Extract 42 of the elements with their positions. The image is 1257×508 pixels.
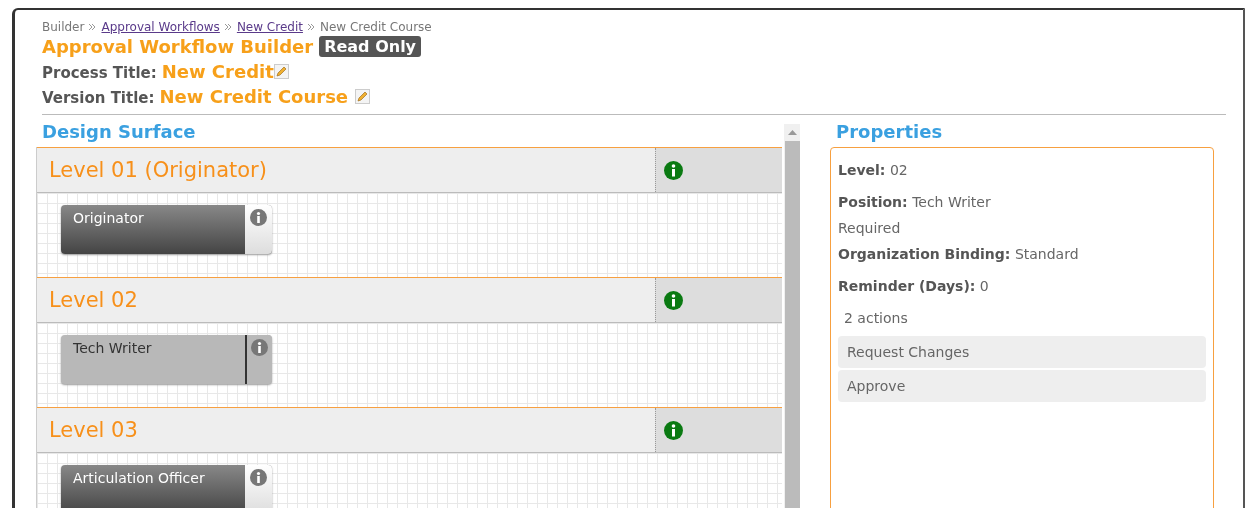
info-icon[interactable]: [664, 290, 683, 310]
property-text: Position: Tech Writer: [838, 194, 992, 210]
breadcrumb-link[interactable]: New Credit: [236, 19, 303, 34]
position-node[interactable]: Tech Writer: [61, 335, 272, 384]
info-icon[interactable]: [251, 339, 268, 356]
page-title: Approval Workflow Builder: [42, 36, 314, 57]
level-title: Level 03: [48, 417, 139, 444]
position-node[interactable]: Articulation Officer: [61, 465, 272, 508]
edit-pencil-icon[interactable]: [273, 64, 289, 79]
position-name: Originator: [72, 209, 145, 228]
property-text: Reminder (Days): 0: [838, 278, 990, 294]
version-title-value: New Credit Course: [159, 86, 349, 107]
breadcrumb-separator-icon: [224, 23, 232, 30]
level-title: Level 02: [48, 287, 139, 314]
read-only-badge: Read Only: [319, 36, 422, 57]
info-icon[interactable]: [250, 209, 267, 226]
design-surface-heading: Design Surface: [42, 121, 197, 144]
properties-heading: Properties: [836, 121, 944, 144]
action-item[interactable]: Request Changes: [838, 336, 1206, 368]
version-title-label: Version Title:: [42, 89, 155, 107]
position-name: Tech Writer: [72, 339, 153, 358]
process-title-label: Process Title:: [42, 64, 157, 82]
position-node[interactable]: Originator: [61, 205, 272, 254]
property-text: Level: 02: [838, 162, 909, 178]
breadcrumb-separator-icon: [89, 23, 97, 30]
edit-pencil-icon[interactable]: [355, 89, 371, 104]
breadcrumb-item: New Credit Course: [319, 19, 432, 34]
action-item[interactable]: Approve: [838, 370, 1206, 402]
breadcrumb-separator-icon: [307, 23, 315, 30]
info-icon[interactable]: [664, 160, 683, 180]
level-title: Level 01 (Originator): [48, 157, 268, 184]
info-icon[interactable]: [250, 469, 267, 486]
property-text: Organization Binding: Standard: [838, 246, 1080, 262]
actions-count: 2 actions: [843, 310, 909, 326]
breadcrumb-link[interactable]: Approval Workflows: [101, 19, 220, 34]
position-name: Articulation Officer: [72, 469, 206, 488]
info-icon[interactable]: [664, 420, 683, 440]
required-text: Required: [838, 220, 902, 236]
process-title-value: New Credit: [161, 61, 274, 82]
breadcrumb-item: Builder: [42, 19, 85, 34]
scrollbar[interactable]: [784, 124, 800, 508]
scroll-up-arrow-icon[interactable]: [787, 130, 797, 135]
